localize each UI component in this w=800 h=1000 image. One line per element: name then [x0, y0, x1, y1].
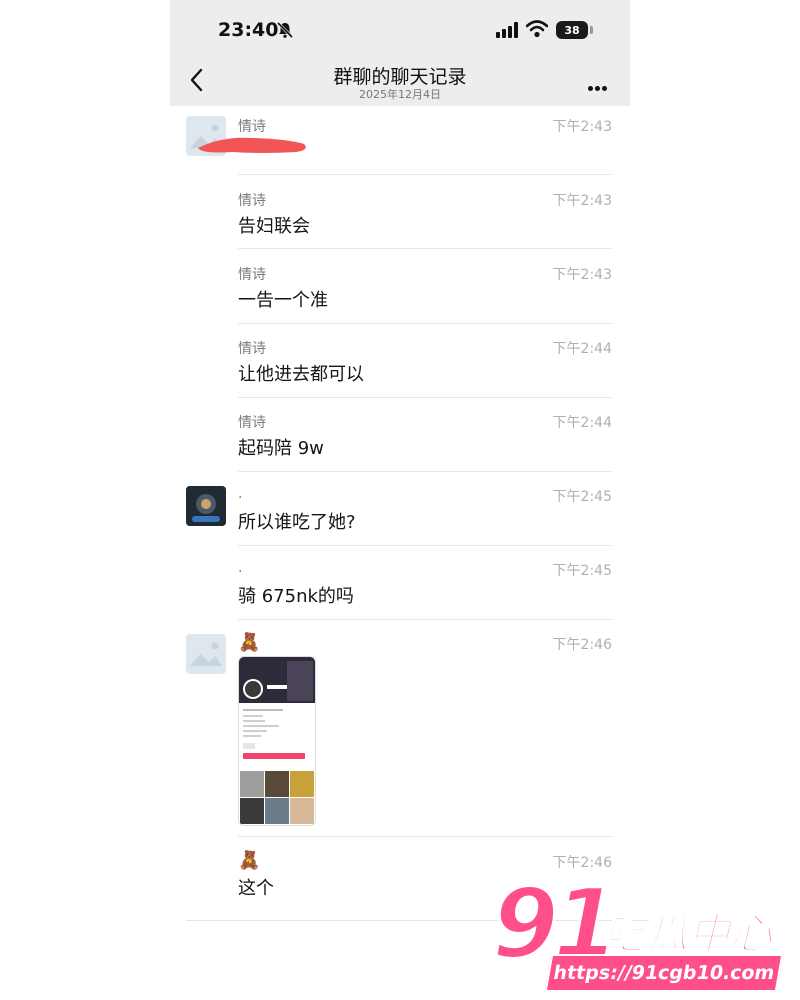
- sender-name: 🧸: [238, 850, 261, 871]
- image-message-thumbnail[interactable]: [238, 656, 316, 826]
- battery-icon: 38: [556, 21, 588, 39]
- message-text: 告妇联会: [238, 216, 310, 237]
- message-time: 下午2:44: [552, 341, 612, 357]
- signal-icon: [496, 22, 518, 38]
- sender-name: .: [238, 560, 243, 576]
- message-time: 下午2:43: [552, 193, 612, 209]
- avatar[interactable]: [186, 634, 226, 674]
- sender-name: 情诗: [238, 415, 266, 431]
- avatar-photo: [186, 486, 226, 526]
- image-placeholder-icon: [186, 634, 226, 674]
- chat-message[interactable]: 🧸 下午2:46: [170, 630, 630, 836]
- page-title: 群聊的聊天记录: [333, 66, 467, 88]
- divider: [238, 397, 612, 398]
- chat-message[interactable]: 情诗 下午2:44 起码陪 9w: [170, 408, 630, 470]
- chat-message[interactable]: . 下午2:45 骑 675nk的吗: [170, 556, 630, 618]
- message-time: 下午2:43: [552, 267, 612, 283]
- divider: [238, 836, 612, 837]
- chat-message[interactable]: . 下午2:45 所以谁吃了她?: [170, 482, 630, 544]
- divider: [238, 174, 612, 175]
- watermark-text: 吃瓜中心: [603, 908, 773, 959]
- message-text: 骑 675nk的吗: [238, 586, 354, 607]
- sender-name: 情诗: [238, 341, 266, 357]
- message-text: 让他进去都可以: [238, 364, 364, 385]
- divider: [238, 323, 612, 324]
- sender-name: 情诗: [238, 193, 266, 209]
- divider: [238, 471, 612, 472]
- message-text: 所以谁吃了她?: [238, 512, 356, 533]
- message-text: 起码陪 9w: [238, 438, 324, 459]
- sender-name: .: [238, 486, 243, 502]
- chat-message[interactable]: 情诗 下午2:44 让他进去都可以: [170, 334, 630, 396]
- chat-message[interactable]: 情诗 下午2:43 告妇联会: [170, 186, 630, 248]
- divider: [238, 545, 612, 546]
- chat-history-screen: 23:40 38 群聊的聊天记录 2025年12月4日 情诗 下午2:43 情诗…: [170, 0, 630, 1000]
- chat-message[interactable]: 情诗 下午2:43: [170, 112, 630, 174]
- redaction-mark: [198, 137, 306, 153]
- watermark-url: https://91cgb10.com: [544, 954, 784, 992]
- battery-tip: [590, 26, 593, 34]
- status-time: 23:40: [218, 19, 279, 41]
- wifi-icon: [526, 20, 548, 38]
- message-text: 一告一个准: [238, 290, 328, 311]
- sender-name: 情诗: [238, 267, 266, 283]
- message-time: 下午2:45: [552, 489, 612, 505]
- divider: [238, 248, 612, 249]
- message-time: 下午2:44: [552, 415, 612, 431]
- page-subtitle: 2025年12月4日: [359, 88, 441, 101]
- sender-name: 🧸: [238, 632, 261, 653]
- message-time: 下午2:43: [552, 119, 612, 135]
- bell-muted-icon: [276, 21, 294, 39]
- profile-screenshot-image: [239, 657, 315, 825]
- message-text: 这个: [238, 878, 274, 899]
- top-bar: 23:40 38 群聊的聊天记录 2025年12月4日: [170, 0, 630, 106]
- chat-message[interactable]: 情诗 下午2:43 一告一个准: [170, 260, 630, 322]
- message-time: 下午2:46: [552, 637, 612, 653]
- avatar[interactable]: [186, 486, 226, 526]
- more-options-icon[interactable]: [588, 76, 610, 91]
- divider: [238, 619, 612, 620]
- message-time: 下午2:45: [552, 563, 612, 579]
